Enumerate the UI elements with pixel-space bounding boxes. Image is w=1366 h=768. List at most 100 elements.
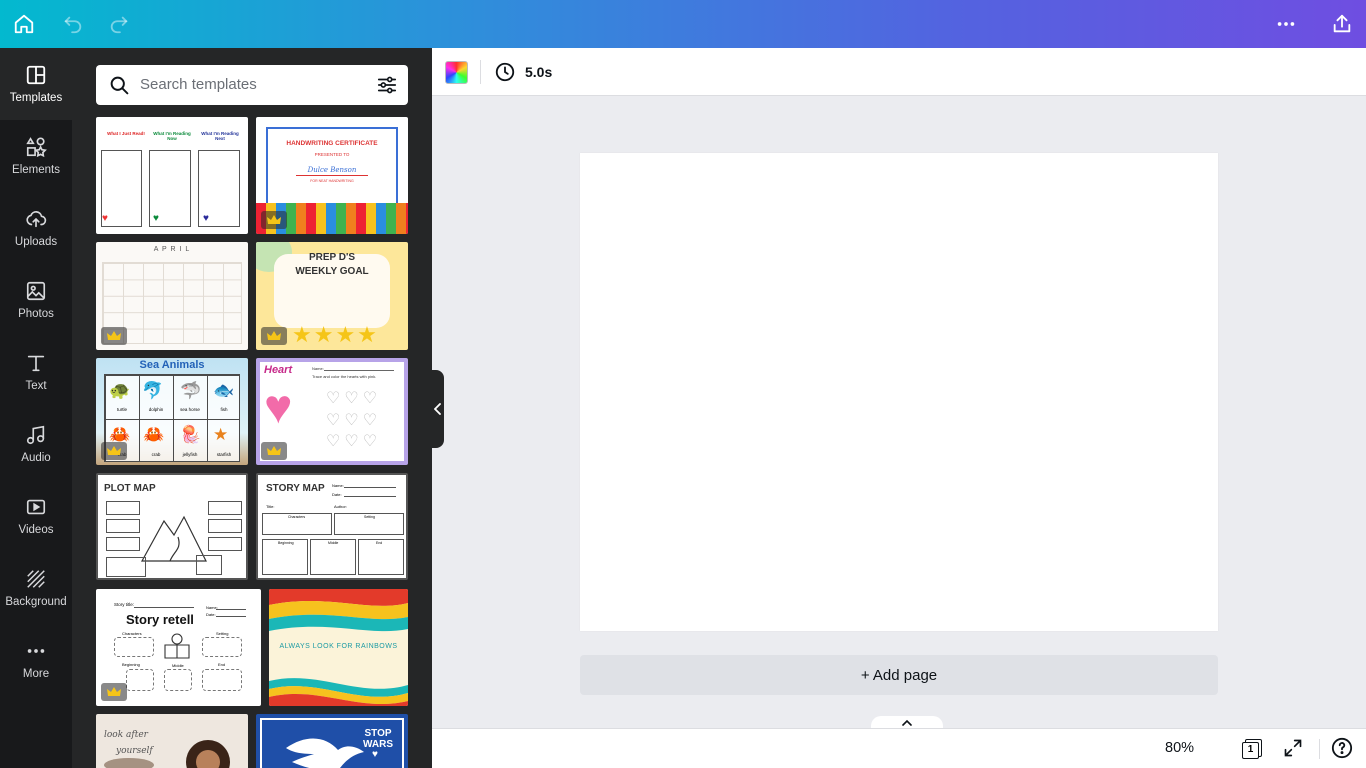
more-dots-icon (27, 649, 45, 653)
elements-shapes-icon (26, 137, 47, 158)
expand-icon[interactable] (1283, 738, 1303, 758)
thumb-text: End (376, 541, 383, 545)
template-thumbnail-april-calendar[interactable]: A P R I L (96, 242, 248, 350)
search-icon (110, 76, 129, 95)
template-thumbnail-sea-animals[interactable]: Sea Animals 🐢 🐬 🦈 🐟 🦀 🦀 🪼 ★ turtle dolph… (96, 358, 248, 465)
thumb-text: Characters (288, 515, 306, 519)
thumb-text: Setting (216, 631, 229, 636)
rail-label-more: More (22, 668, 50, 680)
music-note-icon (26, 425, 45, 445)
editor-toolbar: 5.0s (432, 48, 1366, 96)
premium-crown-badge (101, 683, 127, 701)
thumb-text: Beginning (278, 541, 294, 545)
rail-item-videos[interactable]: Videos (0, 480, 72, 552)
redo-icon[interactable] (103, 8, 135, 40)
bottom-status-bar: 80% 1 (432, 728, 1366, 768)
clock-icon[interactable] (494, 61, 516, 83)
thumb-text: Story title: (114, 602, 135, 607)
rail-item-photos[interactable]: Photos (0, 264, 72, 336)
collapse-panel-handle[interactable] (432, 370, 444, 448)
template-thumbnail-handwriting-certificate[interactable]: HANDWRITING CERTIFICATE PRESENTED TO Dul… (256, 117, 408, 234)
photo-icon (26, 281, 46, 301)
search-placeholder: Search templates (140, 76, 257, 93)
color-picker-icon[interactable] (445, 61, 468, 84)
rail-item-elements[interactable]: Elements (0, 120, 72, 192)
rail-label-uploads: Uploads (14, 236, 58, 248)
thumb-text: STORY MAP (266, 483, 325, 494)
template-thumbnail-stop-wars[interactable]: STOP WARS ♥ (256, 714, 408, 768)
thumb-text: Setting (364, 515, 375, 519)
chevron-up-icon (902, 719, 912, 726)
rail-item-uploads[interactable]: Uploads (0, 192, 72, 264)
thumb-text: ALWAYS LOOK FOR RAINBOWS (279, 643, 398, 650)
thumb-text: Trace and color the hearts with pink. (312, 374, 377, 379)
premium-crown-badge (261, 211, 287, 229)
thumb-text: HANDWRITING CERTIFICATE (286, 140, 378, 147)
template-thumbnail-look-after-yourself[interactable]: look after yourself (96, 714, 248, 768)
page-count-button[interactable]: 1 (1242, 739, 1262, 759)
thumb-text: PLOT MAP (104, 483, 156, 494)
add-page-button[interactable]: + Add page (580, 655, 1218, 695)
rail-item-text[interactable]: Text (0, 336, 72, 408)
template-thumbnail-heart-worksheet[interactable]: Heart Name: Trace and color the hearts w… (256, 358, 408, 465)
thumb-text: yourself (116, 746, 153, 756)
premium-crown-badge (261, 327, 287, 345)
thumb-text: look after (104, 730, 148, 740)
thumb-text: Heart (264, 364, 293, 376)
thumb-text: PRESENTED TO (314, 152, 350, 157)
rail-label-templates: Templates (9, 92, 63, 104)
template-thumbnail-story-retell[interactable]: Story title: Name: Date: Story retell Ch… (96, 589, 261, 706)
premium-crown-badge (261, 442, 287, 460)
thumb-text: WEEKLY GOAL (295, 266, 369, 277)
thumb-text: Date: (332, 492, 342, 497)
text-t-icon (27, 355, 45, 372)
rail-item-more[interactable]: More (0, 624, 72, 696)
thumb-text: fish (220, 407, 228, 412)
thumb-text: End (218, 662, 226, 667)
rail-item-templates[interactable]: Templates (0, 48, 72, 120)
thumb-text: Title: (266, 504, 275, 509)
search-templates-input[interactable]: Search templates (96, 65, 408, 105)
thumb-text: FOR NEAT HANDWRITING (310, 179, 354, 183)
help-question-icon[interactable] (1331, 737, 1353, 759)
filter-sliders-icon[interactable] (376, 74, 398, 96)
thumb-text: What I'm Reading Next (201, 131, 239, 141)
templates-icon (26, 65, 46, 85)
share-upload-icon[interactable] (1326, 8, 1358, 40)
upload-cloud-icon (26, 211, 47, 228)
rail-label-photos: Photos (18, 308, 54, 320)
side-nav-rail: Templates Elements Uploads Photos Text A… (0, 48, 72, 768)
toolbar-divider (480, 60, 481, 84)
premium-crown-badge (101, 327, 127, 345)
thumb-text: Middle (172, 663, 184, 668)
premium-crown-badge (101, 442, 127, 460)
rail-label-text: Text (25, 380, 47, 392)
rail-item-background[interactable]: Background (0, 552, 72, 624)
thumb-text: Dulce Benson (307, 166, 357, 174)
thumb-text: What I'm Reading Now (153, 131, 191, 141)
more-horizontal-icon[interactable] (1270, 8, 1302, 40)
home-icon[interactable] (8, 8, 40, 40)
top-bar (0, 0, 1366, 48)
template-thumbnail-rainbows[interactable]: ALWAYS LOOK FOR RAINBOWS (269, 589, 408, 706)
video-play-icon (26, 499, 46, 515)
thumb-text: Date: (206, 612, 216, 617)
thumb-text: Author: (334, 504, 347, 509)
undo-icon[interactable] (57, 8, 89, 40)
rail-item-audio[interactable]: Audio (0, 408, 72, 480)
thumb-text: Sea Animals (139, 359, 205, 371)
rail-label-videos: Videos (18, 524, 54, 536)
template-thumbnail-reading-log[interactable]: What I Just Read! What I'm Reading Now W… (96, 117, 248, 234)
template-thumbnail-weekly-goal[interactable]: PREP D'S WEEKLY GOAL ★★★★ (256, 242, 408, 350)
zoom-level[interactable]: 80% (1165, 740, 1194, 756)
thumb-text: sea horse (180, 407, 200, 412)
thumb-text: A P R I L (153, 246, 191, 253)
design-canvas-page[interactable] (580, 153, 1218, 631)
template-thumbnail-story-map[interactable]: STORY MAP Name: Date: Title: Author: Cha… (256, 473, 408, 580)
thumb-text: crab (151, 452, 161, 457)
thumb-text: Characters (122, 631, 142, 636)
thumb-text: Middle (328, 541, 339, 545)
page-duration[interactable]: 5.0s (525, 64, 552, 80)
template-thumbnail-plot-map[interactable]: PLOT MAP (96, 473, 248, 580)
rail-label-background: Background (5, 596, 67, 608)
